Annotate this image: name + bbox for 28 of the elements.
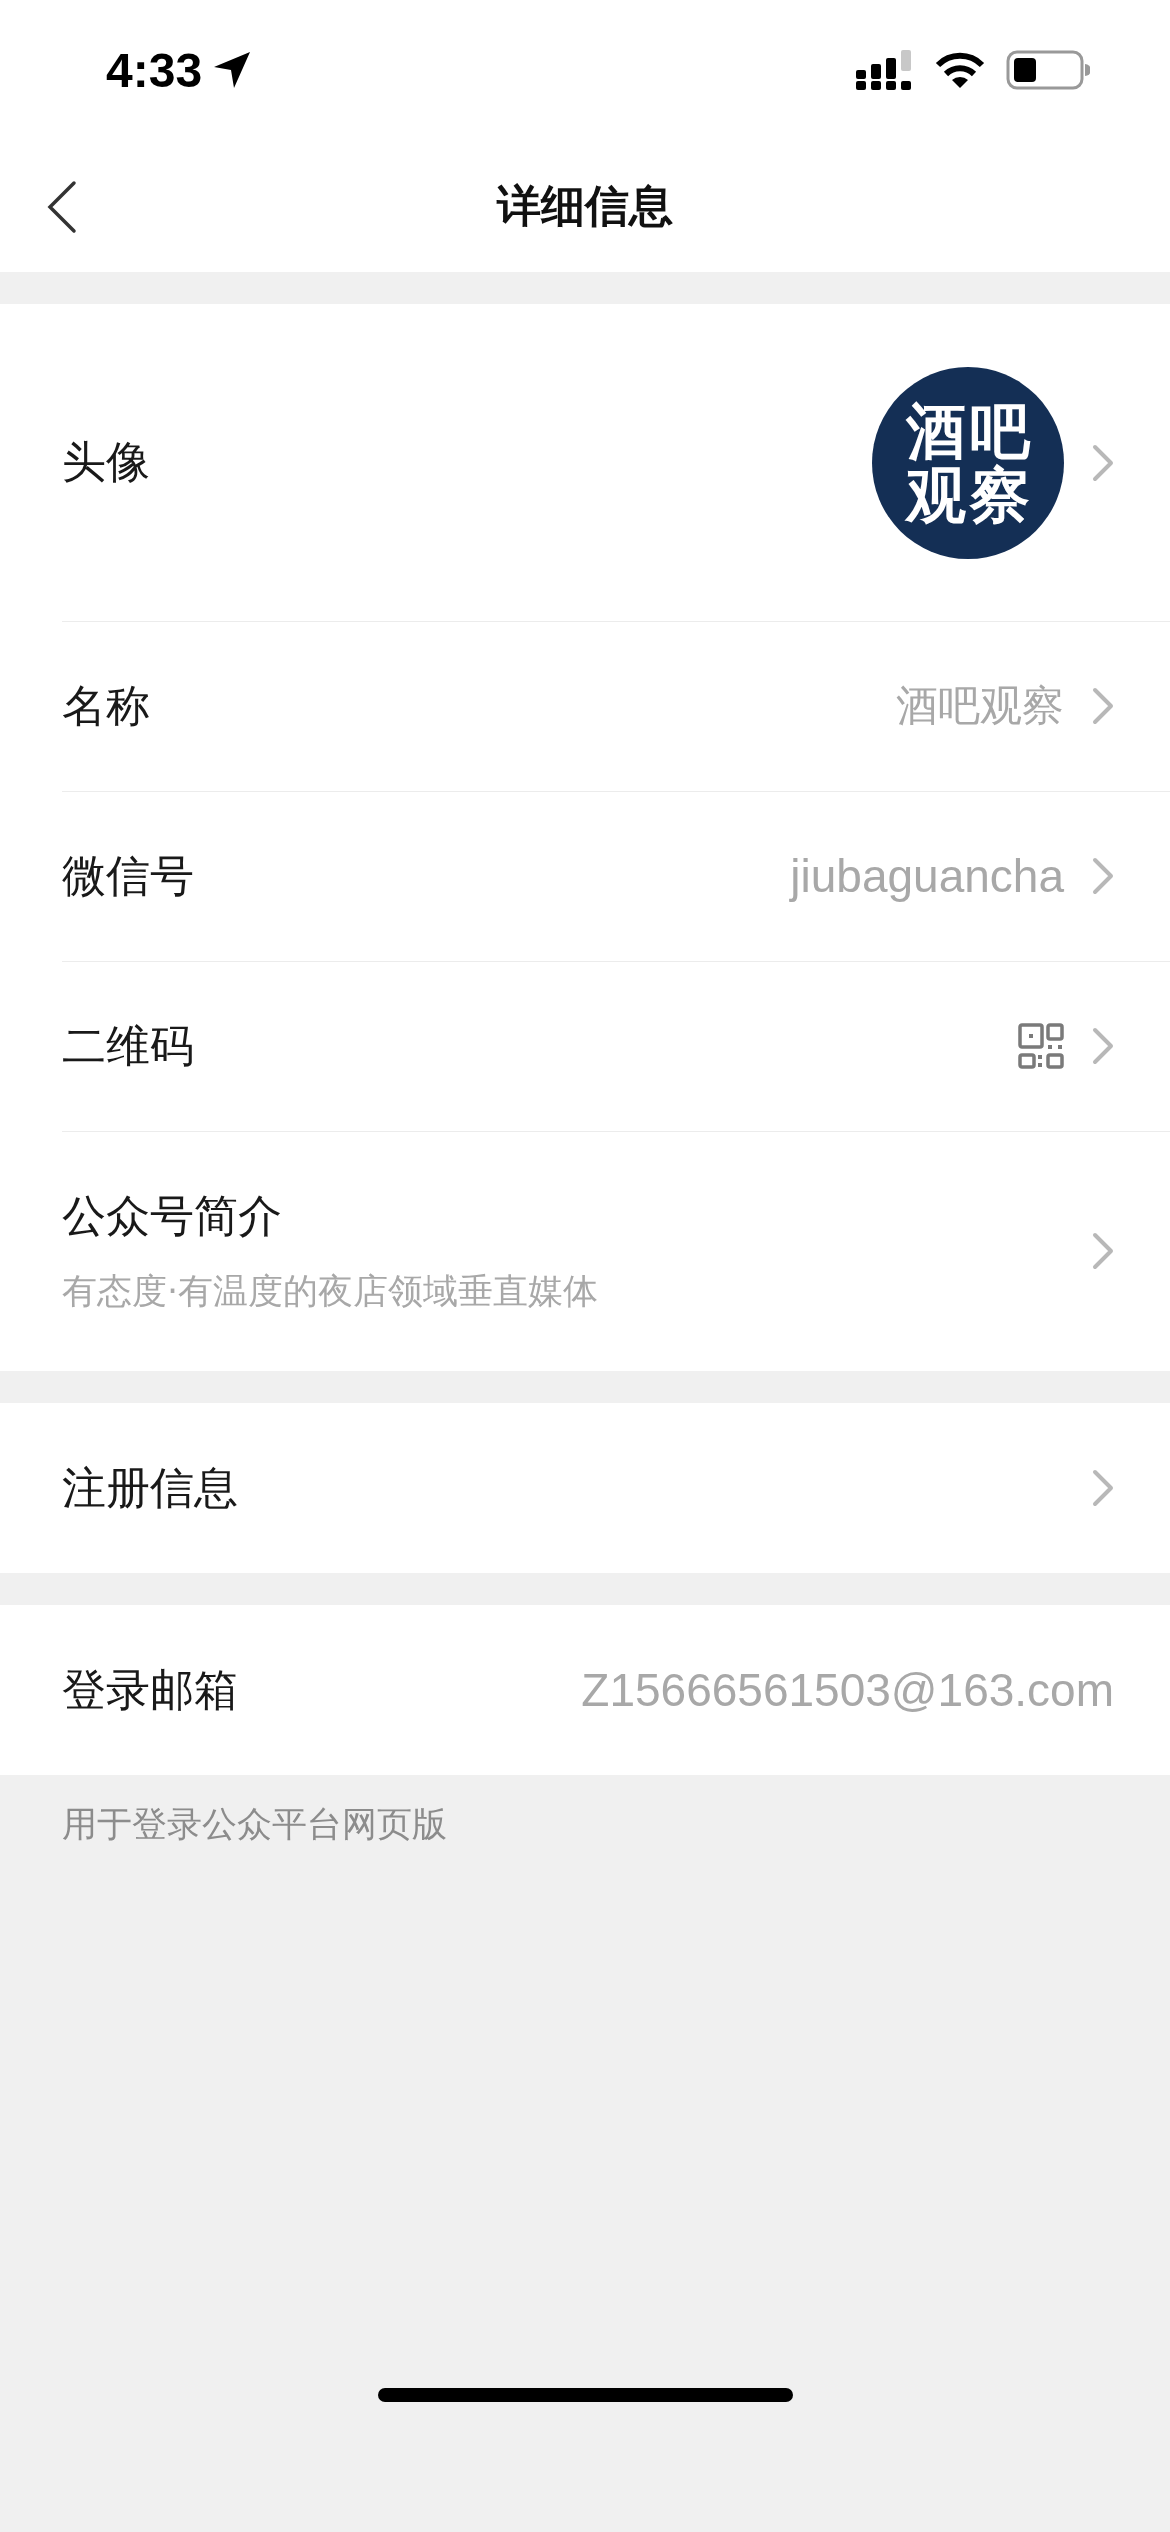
back-icon[interactable]: [46, 180, 78, 234]
settings-row[interactable]: 头像 酒吧观察: [0, 304, 1170, 621]
footnote: 用于登录公众平台网页版: [62, 1803, 448, 1846]
page-title: 详细信息: [497, 178, 673, 233]
settings-row[interactable]: 二维码: [0, 961, 1170, 1131]
status-time: 4:33: [106, 42, 203, 98]
settings-row[interactable]: 公众号简介 有态度·有温度的夜店领域垂直媒体: [0, 1131, 1170, 1371]
location-arrow-icon: [212, 50, 253, 90]
row-value: Z15666561503@163.com: [581, 1663, 1114, 1717]
row-description: 有态度·有温度的夜店领域垂直媒体: [62, 1270, 599, 1313]
qr-code-icon: [1018, 1023, 1064, 1069]
row-label: 名称: [62, 678, 150, 733]
settings-row[interactable]: 登录邮箱 Z15666561503@163.com: [0, 1605, 1170, 1775]
row-label: 二维码: [62, 1018, 194, 1073]
settings-row[interactable]: 注册信息: [0, 1403, 1170, 1573]
signal-icon: [856, 50, 914, 90]
settings-row[interactable]: 名称 酒吧观察: [0, 621, 1170, 791]
wifi-icon: [934, 50, 986, 90]
settings-row[interactable]: 微信号 jiubaguancha: [0, 791, 1170, 961]
battery-icon: [1006, 50, 1090, 90]
row-label: 登录邮箱: [62, 1662, 238, 1717]
row-label: 公众号简介: [62, 1189, 283, 1243]
row-value: jiubaguancha: [790, 849, 1064, 903]
row-value: 酒吧观察: [896, 680, 1064, 732]
avatar-logo: 酒吧观察: [872, 366, 1064, 559]
row-label: 头像: [62, 435, 150, 489]
row-label: 微信号: [62, 848, 194, 903]
row-label: 注册信息: [62, 1460, 238, 1515]
